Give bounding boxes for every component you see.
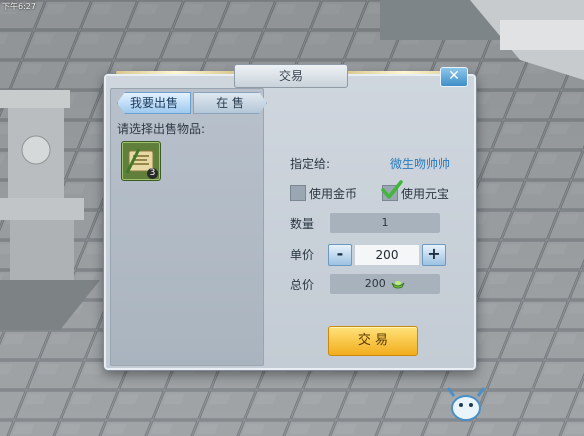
target-label: 指定给:	[290, 157, 331, 171]
ingot-icon	[391, 281, 405, 289]
price-decrease-button[interactable]: -	[328, 244, 352, 266]
quantity-label: 数量	[290, 217, 315, 231]
dialog-title: 交易	[234, 64, 348, 88]
price-increase-button[interactable]: +	[422, 244, 446, 266]
tab-bar: 我要出售 在 售	[117, 92, 267, 114]
close-icon: ✕	[448, 68, 460, 84]
use-gold-checkbox[interactable]	[290, 185, 306, 201]
item-slot[interactable]: 3	[121, 141, 161, 181]
use-ingot-checkbox[interactable]	[381, 180, 403, 201]
trade-dialog: 交易 ✕ 我要出售 在 售 请选择出售物品: 3 指定给: 微生吻帅帅 使用金币…	[104, 64, 476, 370]
total-price-value: 200	[364, 277, 386, 290]
select-item-prompt: 请选择出售物品:	[117, 122, 206, 136]
tab-on-sale[interactable]: 在 售	[193, 92, 267, 114]
checkmark-icon	[381, 180, 403, 199]
use-gold-label: 使用金币	[309, 187, 358, 201]
trade-button[interactable]: 交 易	[328, 326, 418, 356]
unit-price-input[interactable]: 200	[354, 244, 420, 266]
close-button[interactable]: ✕	[440, 67, 468, 87]
quantity-field[interactable]: 1	[330, 213, 440, 233]
tab-sell[interactable]: 我要出售	[117, 92, 191, 114]
status-time: 下午6:27	[2, 2, 36, 11]
total-price-label: 总价	[290, 278, 315, 292]
unit-price-label: 单价	[290, 248, 315, 262]
title-ornament-left	[116, 71, 236, 74]
total-price-field: 200	[330, 274, 440, 294]
sell-item-panel: 我要出售 在 售 请选择出售物品: 3	[110, 88, 264, 366]
item-count: 3	[147, 168, 158, 179]
use-ingot-label: 使用元宝	[401, 187, 450, 201]
target-player-name[interactable]: 微生吻帅帅	[390, 155, 450, 172]
